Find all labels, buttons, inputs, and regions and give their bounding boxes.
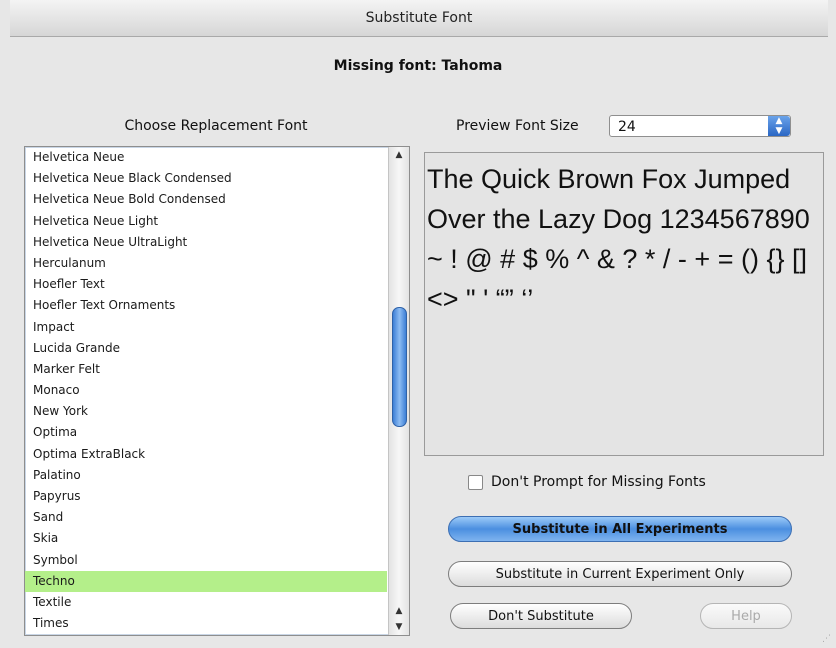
dont-substitute-button[interactable]: Don't Substitute xyxy=(450,603,632,629)
font-list-item[interactable]: Helvetica Neue Light xyxy=(25,211,387,232)
scroll-up-arrow-icon[interactable]: ▲ xyxy=(389,147,409,163)
dont-prompt-label: Don't Prompt for Missing Fonts xyxy=(491,474,706,490)
preview-font-size-select[interactable]: 24 ▲ ▼ xyxy=(609,115,791,137)
preview-font-size-value: 24 xyxy=(618,119,636,135)
font-list-item[interactable]: Optima xyxy=(25,422,387,443)
font-list-item[interactable]: Herculanum xyxy=(25,253,387,274)
font-list-item[interactable]: Hoefler Text xyxy=(25,274,387,295)
font-list[interactable]: Helvetica Neue Helvetica Neue Black Conde… xyxy=(24,146,410,636)
font-list-item[interactable]: Lucida Grande xyxy=(25,338,387,359)
font-list-item[interactable]: New York xyxy=(25,401,387,422)
window-title: Substitute Font xyxy=(365,10,473,26)
font-list-item[interactable]: Helvetica Neue Black Condensed xyxy=(25,168,387,189)
font-list-items: Helvetica Neue Helvetica Neue Black Conde… xyxy=(25,147,387,634)
font-list-item[interactable]: Monaco xyxy=(25,380,387,401)
missing-font-message: Missing font: Tahoma xyxy=(333,58,503,74)
scroll-down-arrow-icon[interactable]: ▼ xyxy=(389,619,409,635)
preview-font-size-label: Preview Font Size xyxy=(456,118,579,134)
font-list-item[interactable]: Helvetica Neue xyxy=(25,147,387,168)
stepper-arrows-icon[interactable]: ▲ ▼ xyxy=(768,116,790,136)
font-list-item[interactable]: Impact xyxy=(25,317,387,338)
font-list-item[interactable]: Skia xyxy=(25,528,387,549)
font-list-item[interactable]: Helvetica Neue UltraLight xyxy=(25,232,387,253)
font-list-item[interactable]: Helvetica Neue Bold Condensed xyxy=(25,189,387,210)
font-list-item[interactable]: Sand xyxy=(25,507,387,528)
font-list-item[interactable]: Textile xyxy=(25,592,387,613)
dont-prompt-checkbox[interactable] xyxy=(468,474,483,490)
help-button[interactable]: Help xyxy=(700,603,792,629)
font-list-item[interactable]: Palatino xyxy=(25,465,387,486)
dont-prompt-checkbox-row[interactable]: Don't Prompt for Missing Fonts xyxy=(468,474,706,490)
substitute-font-dialog: Substitute Font Missing font: Tahoma Cho… xyxy=(0,0,836,648)
font-list-item[interactable]: Marker Felt xyxy=(25,359,387,380)
font-list-item[interactable]: Papyrus xyxy=(25,486,387,507)
font-preview-box: The Quick Brown Fox Jumped Over the Lazy… xyxy=(424,152,824,456)
choose-replacement-label: Choose Replacement Font xyxy=(124,118,308,134)
title-bar: Substitute Font xyxy=(10,0,828,37)
font-list-scrollbar[interactable]: ▲ ▲ ▼ xyxy=(388,147,409,635)
resize-grip-icon[interactable]: ⋰ xyxy=(822,634,832,644)
font-list-item[interactable]: Techno xyxy=(25,570,387,592)
font-list-item[interactable]: Times xyxy=(25,613,387,634)
font-list-item[interactable]: Hoefler Text Ornaments xyxy=(25,295,387,316)
font-list-item[interactable]: Symbol xyxy=(25,550,387,571)
preview-sample-text: The Quick Brown Fox Jumped Over the Lazy… xyxy=(427,164,810,314)
substitute-current-button[interactable]: Substitute in Current Experiment Only xyxy=(448,561,792,587)
scroll-up-arrow-icon[interactable]: ▲ xyxy=(389,603,409,619)
scroll-thumb[interactable] xyxy=(392,307,407,427)
font-list-item[interactable]: Optima ExtraBlack xyxy=(25,444,387,465)
substitute-all-button[interactable]: Substitute in All Experiments xyxy=(448,516,792,542)
